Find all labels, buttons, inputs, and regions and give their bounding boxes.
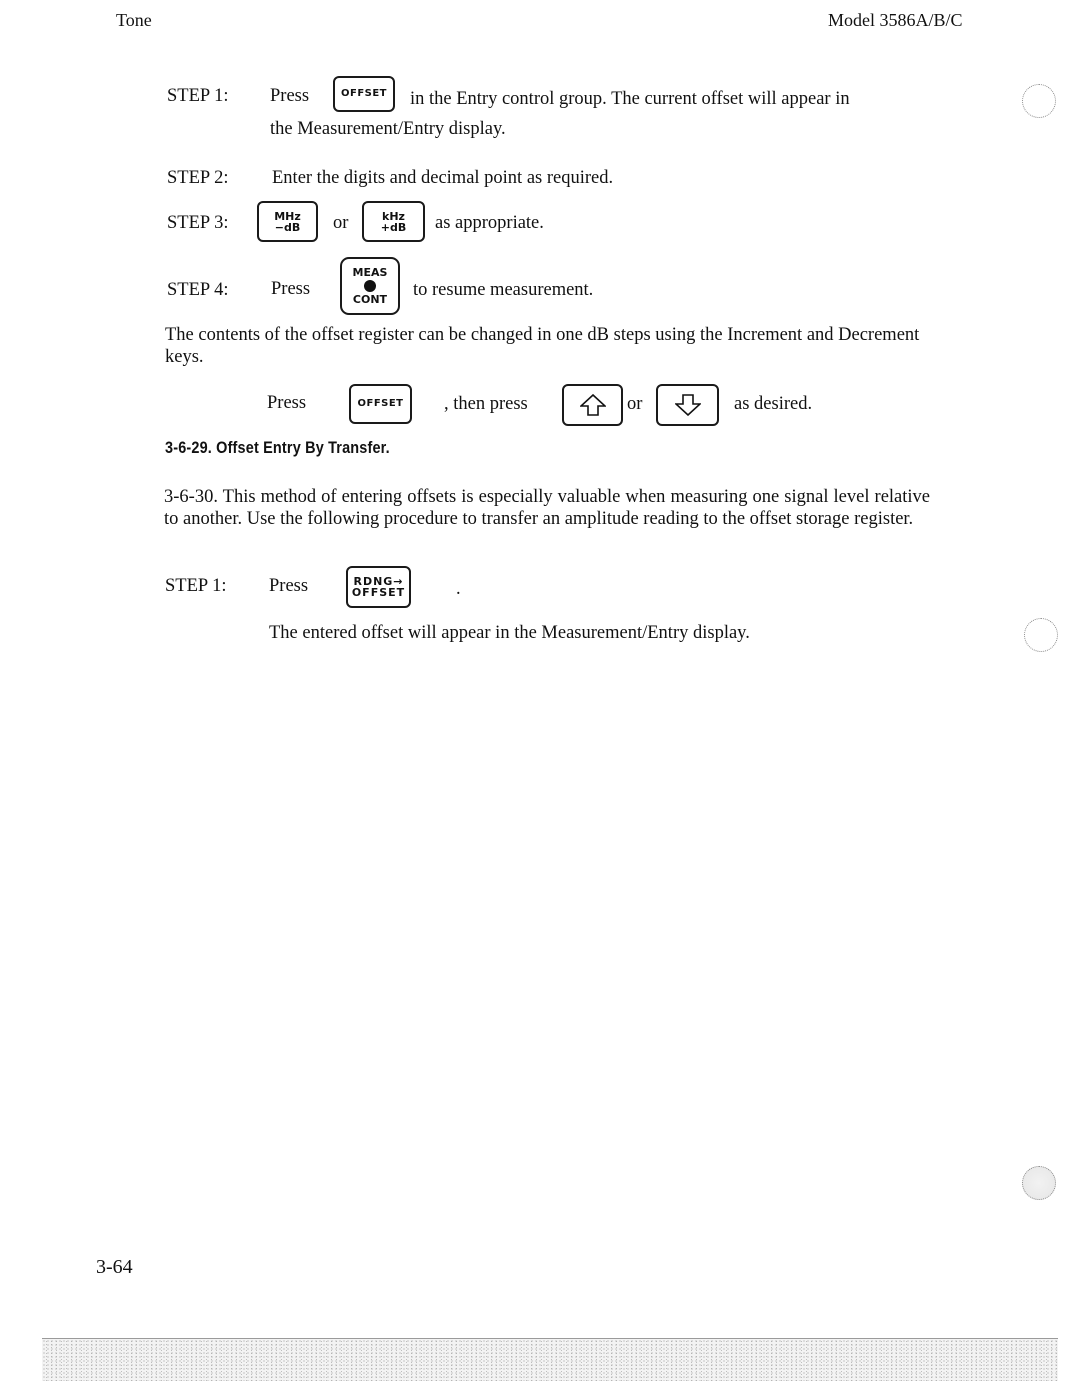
binder-hole <box>1022 1166 1056 1200</box>
step-label: STEP 4: <box>167 280 229 300</box>
step-note: The entered offset will appear in the Me… <box>269 623 750 643</box>
step-text: Enter the digits and decimal point as re… <box>272 168 614 188</box>
or-text: or <box>627 394 643 414</box>
binder-hole <box>1024 618 1058 652</box>
step-press-text: Press <box>271 279 311 299</box>
step-text: to resume measurement. <box>413 280 594 300</box>
decrement-key[interactable] <box>656 384 719 426</box>
header-model-number: Model 3586A/B/C <box>828 10 963 30</box>
key-bottom-label: OFFSET <box>351 586 406 599</box>
step-label: STEP 2: <box>167 168 229 188</box>
increment-key[interactable] <box>562 384 623 426</box>
transfer-paragraph: 3-6-30. This method of entering offsets … <box>164 487 930 529</box>
offset-key[interactable]: OFFSET <box>349 384 412 424</box>
key-top-label: MEAS <box>352 266 388 279</box>
step-text: in the Entry control group. The current … <box>410 89 850 109</box>
key-top-label: MHz <box>274 209 301 223</box>
bullet-dot-icon <box>364 280 376 292</box>
binder-hole <box>1022 84 1056 118</box>
step-label: STEP 1: <box>165 576 227 596</box>
step-text-continued: the Measurement/Entry display. <box>270 119 506 139</box>
step-text: as appropriate. <box>435 213 544 233</box>
meas-cont-key[interactable]: MEAS CONT <box>340 257 400 315</box>
header-left-title: Tone <box>116 10 152 30</box>
step-label: STEP 1: <box>167 86 229 106</box>
key-top-label: kHz <box>382 209 405 223</box>
page-number: 3-64 <box>96 1256 133 1278</box>
offset-key-label: OFFSET <box>340 88 388 99</box>
khz-plus-db-key[interactable]: kHz +dB <box>362 201 425 242</box>
down-arrow-icon <box>674 394 701 416</box>
as-desired-text: as desired. <box>734 394 813 414</box>
period-text: . <box>456 579 461 599</box>
step-label: STEP 3: <box>167 213 229 233</box>
offset-key[interactable]: OFFSET <box>333 76 395 112</box>
reading-to-offset-key[interactable]: RDNG→ OFFSET <box>346 566 411 608</box>
mhz-minus-db-key[interactable]: MHz −dB <box>257 201 318 242</box>
section-heading: 3-6-29. Offset Entry By Transfer. <box>165 438 390 457</box>
step-press-text: Press <box>269 576 309 596</box>
offset-key-label: OFFSET <box>357 398 404 409</box>
key-bottom-label: CONT <box>352 293 388 306</box>
key-bottom-label: +dB <box>380 220 407 234</box>
increment-paragraph: The contents of the offset register can … <box>165 325 920 367</box>
scan-artifact-band <box>42 1338 1058 1381</box>
step-press-text: Press <box>270 86 310 106</box>
up-arrow-icon <box>579 394 606 416</box>
or-text: or <box>333 213 349 233</box>
press-text: Press <box>267 393 307 413</box>
then-press-text: , then press <box>444 394 528 414</box>
key-bottom-label: −dB <box>274 220 301 234</box>
